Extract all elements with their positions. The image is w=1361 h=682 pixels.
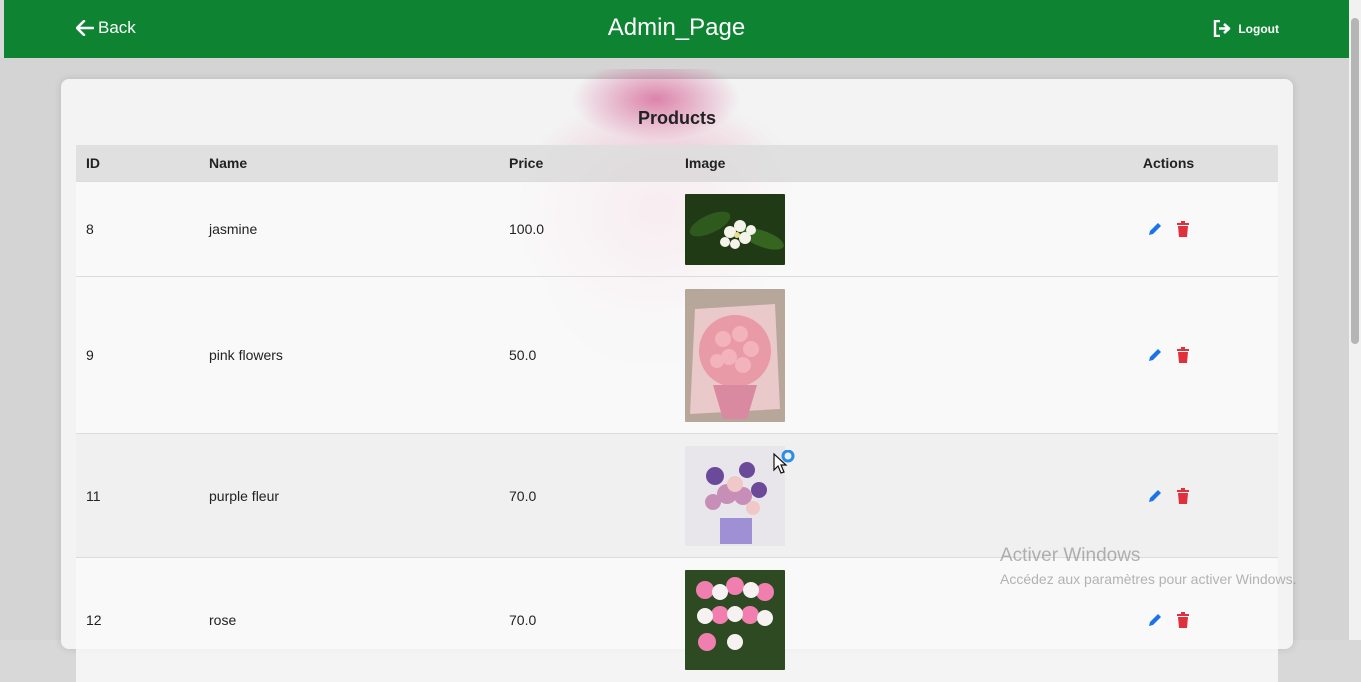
header-price: Price (499, 145, 675, 182)
sign-out-icon (1214, 20, 1231, 37)
pointer-cursor-icon (773, 449, 795, 474)
trash-icon (1176, 611, 1189, 628)
pencil-icon (1148, 613, 1161, 626)
cell-price: 70.0 (499, 433, 675, 558)
product-image-purple-fleur (685, 445, 785, 546)
edit-button[interactable] (1146, 487, 1164, 505)
delete-button[interactable] (1174, 220, 1192, 238)
logout-button[interactable]: Logout (1213, 20, 1279, 37)
pencil-icon (1148, 349, 1161, 361)
trash-icon (1176, 487, 1189, 504)
table-row: 11 purple fleur 70.0 (76, 433, 1278, 558)
cell-id: 9 (76, 276, 189, 434)
mouse-cursor (772, 449, 800, 483)
trash-icon (1176, 221, 1189, 237)
pencil-icon (1148, 489, 1161, 502)
cell-name: rose (189, 557, 499, 682)
cell-id: 8 (76, 181, 189, 277)
edit-button[interactable] (1146, 346, 1164, 364)
windows-activation-watermark: Activer Windows Accédez aux paramètres p… (1000, 545, 1296, 587)
cell-price: 100.0 (499, 181, 675, 277)
table-row: 8 jasmine 100.0 (76, 181, 1278, 277)
cell-price: 70.0 (499, 557, 675, 682)
pencil-icon (1148, 223, 1161, 235)
header-id: ID (76, 145, 189, 182)
cell-id: 11 (76, 433, 189, 558)
products-title: Products (637, 108, 716, 128)
logout-label: Logout (1238, 21, 1279, 36)
page-title: Admin_Page (607, 14, 746, 41)
header-image: Image (675, 145, 1059, 182)
delete-button[interactable] (1174, 487, 1192, 505)
table-row: 9 pink flowers 50.0 (76, 276, 1278, 434)
top-navbar: Back Admin_Page Logout (4, 0, 1349, 58)
scrollbar-thumb[interactable] (1351, 18, 1359, 344)
products-table: ID Name Price Image Actions 8 jasmine 10… (76, 145, 1278, 682)
page-scrollbar[interactable] (1349, 0, 1361, 640)
header-actions: Actions (1059, 145, 1278, 182)
product-image-rose (685, 569, 785, 670)
product-image-pink-flowers (685, 288, 785, 422)
delete-button[interactable] (1174, 346, 1192, 364)
trash-icon (1176, 347, 1189, 363)
cell-price: 50.0 (499, 276, 675, 434)
cell-id: 12 (76, 557, 189, 682)
header-name: Name (189, 145, 499, 182)
edit-button[interactable] (1146, 220, 1164, 238)
watermark-title: Activer Windows (1000, 545, 1141, 566)
edit-button[interactable] (1146, 611, 1164, 629)
watermark-subtitle: Accédez aux paramètres pour activer Wind… (1000, 571, 1297, 587)
cell-name: pink flowers (189, 276, 499, 434)
cell-name: jasmine (189, 181, 499, 277)
cell-name: purple fleur (189, 433, 499, 558)
product-image-jasmine (685, 193, 785, 265)
table-header-row: ID Name Price Image Actions (76, 145, 1278, 182)
delete-button[interactable] (1174, 611, 1192, 629)
